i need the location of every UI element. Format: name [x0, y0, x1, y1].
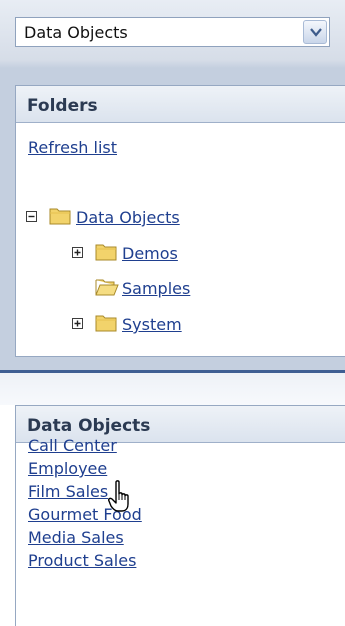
view-selector-dropdown[interactable]: Data Objects	[15, 17, 330, 47]
open-folder-icon	[95, 277, 119, 300]
tree-label-data-objects[interactable]: Data Objects	[76, 208, 180, 227]
folder-icon	[95, 313, 117, 336]
chevron-down-icon	[310, 28, 322, 37]
data-object-link-employee[interactable]: Employee	[28, 457, 107, 480]
tree-label-samples[interactable]: Samples	[122, 279, 190, 298]
view-selector-value: Data Objects	[24, 23, 128, 42]
data-objects-panel: Data Objects Call Center Employee Film S…	[15, 405, 345, 626]
data-object-link-product-sales[interactable]: Product Sales	[28, 549, 136, 572]
folder-icon	[49, 206, 71, 229]
pane-splitter[interactable]	[0, 370, 345, 405]
data-object-link-call-center[interactable]: Call Center	[28, 434, 117, 457]
data-object-link-film-sales[interactable]: Film Sales	[28, 480, 108, 503]
refresh-list-link[interactable]: Refresh list	[28, 138, 117, 157]
folder-icon	[95, 242, 117, 265]
data-object-link-media-sales[interactable]: Media Sales	[28, 526, 124, 549]
tree-label-system[interactable]: System	[122, 315, 182, 334]
expand-icon[interactable]	[72, 247, 83, 258]
dropdown-arrow-button[interactable]	[303, 20, 327, 44]
folders-panel: Folders Refresh list Data Objects Demos	[15, 85, 345, 357]
data-object-link-gourmet-food[interactable]: Gourmet Food	[28, 503, 142, 526]
collapse-icon[interactable]	[26, 211, 37, 222]
folders-panel-title: Folders	[16, 86, 345, 123]
expand-icon[interactable]	[72, 318, 83, 329]
tree-label-demos[interactable]: Demos	[122, 244, 178, 263]
